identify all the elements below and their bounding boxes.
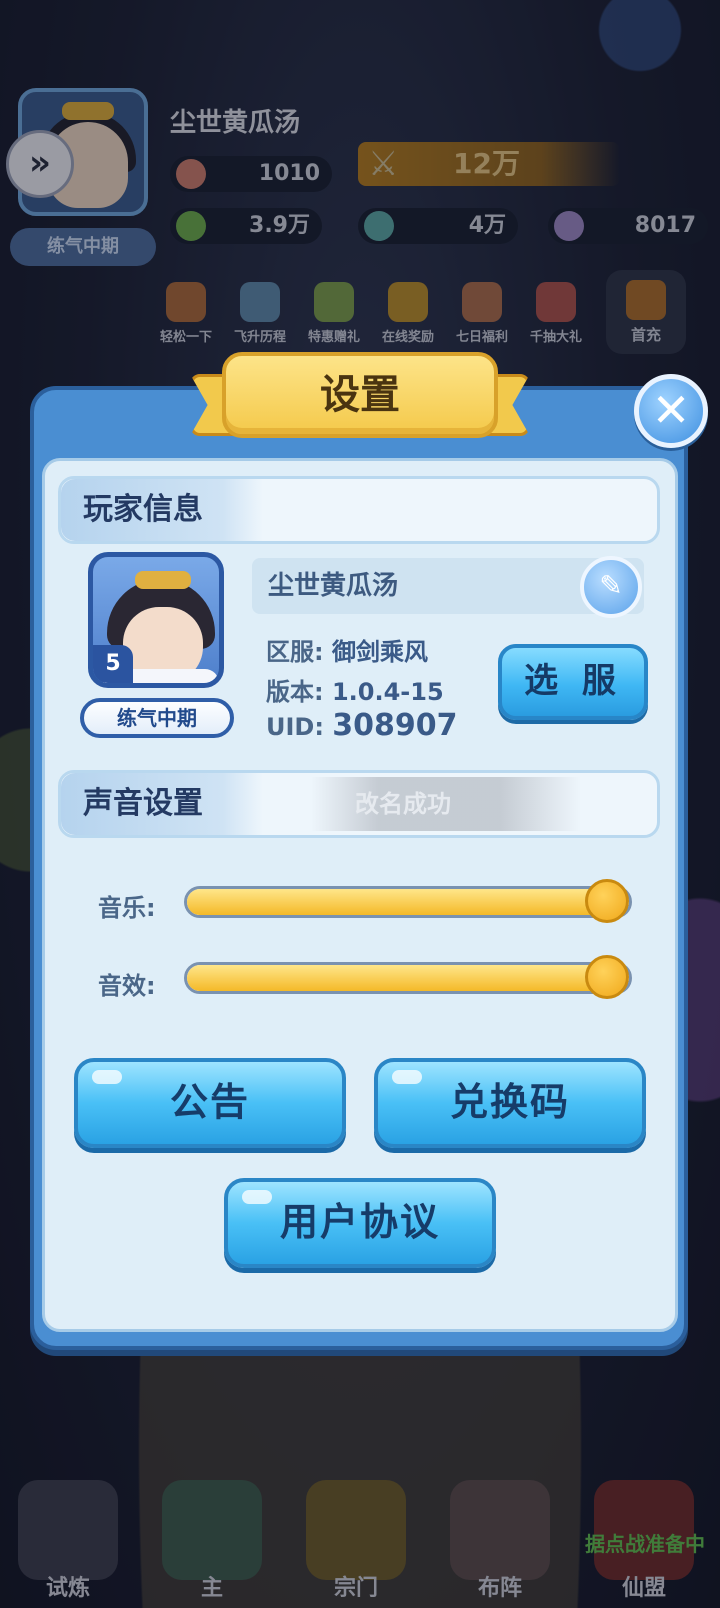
rename-success-toast: 改名成功 (311, 777, 581, 831)
music-slider[interactable] (184, 879, 632, 923)
brush-icon: ✎ (599, 569, 623, 602)
sfx-slider[interactable] (184, 955, 632, 999)
level-badge: 5 (93, 645, 133, 683)
sfx-slider-knob[interactable] (585, 955, 629, 999)
player-info-title: 玩家信息 (61, 479, 263, 541)
player-avatar[interactable]: 5 (88, 552, 224, 688)
user-agreement-button[interactable]: 用户协议 (224, 1178, 496, 1268)
close-button[interactable]: ✕ (634, 374, 708, 448)
settings-title-ribbon: 设置 (190, 352, 530, 452)
music-label: 音乐: (98, 894, 156, 922)
redeem-code-button[interactable]: 兑换码 (374, 1058, 646, 1148)
sfx-slider-fill (187, 965, 625, 991)
rename-button[interactable]: ✎ (580, 556, 642, 618)
server-info: 区服: 御剑乘风 (266, 638, 428, 666)
select-server-button[interactable]: 选 服 (498, 644, 648, 720)
announcement-button[interactable]: 公告 (74, 1058, 346, 1148)
version-info: 版本: 1.0.4-15 (266, 678, 444, 706)
player-info-header: 玩家信息 (58, 476, 660, 544)
settings-title: 设置 (222, 352, 498, 438)
close-icon: ✕ (651, 383, 691, 437)
uid-info: UID: 308907 (266, 708, 458, 743)
music-slider-knob[interactable] (585, 879, 629, 923)
sfx-label: 音效: (98, 972, 156, 1000)
music-slider-fill (187, 889, 625, 915)
sound-settings-header: 声音设置 改名成功 (58, 770, 660, 838)
realm-badge: 练气中期 (80, 698, 234, 738)
sound-settings-title: 声音设置 (61, 773, 263, 835)
